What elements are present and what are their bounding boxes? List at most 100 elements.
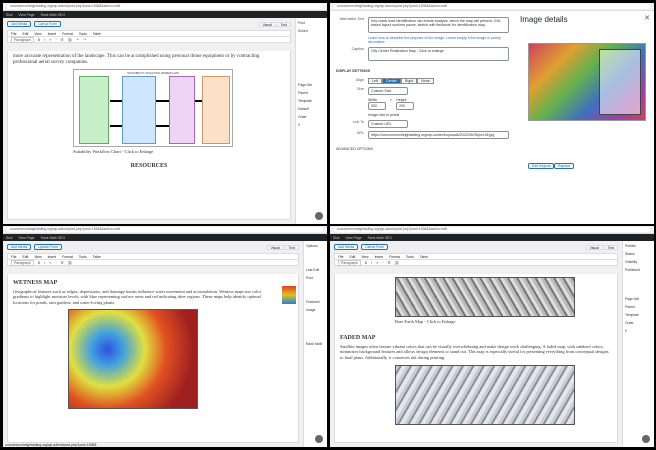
italic-icon[interactable]: I (371, 261, 372, 265)
tab-visual[interactable]: Visual (258, 21, 276, 27)
sidebar-item[interactable]: Published (625, 268, 652, 272)
bold-icon[interactable]: B (365, 261, 367, 265)
address-bar[interactable]: ourcommonheightaiding.org/wp-admin/post.… (330, 226, 654, 234)
menu-format[interactable]: Format (62, 255, 73, 259)
paragraph-select[interactable]: Paragraph (11, 36, 34, 43)
admin-item[interactable]: View Page (18, 236, 34, 240)
caption-field[interactable]: City Center Realization Map - Click to e… (368, 47, 509, 61)
add-media-button[interactable]: Add Media (7, 244, 32, 250)
menu-table[interactable]: Table (420, 255, 428, 259)
menu-insert[interactable]: Insert (48, 255, 56, 259)
menu-tools[interactable]: Tools (79, 32, 87, 36)
link-icon[interactable]: ⛓ (68, 38, 73, 42)
sidebar-item[interactable]: Status (625, 252, 652, 256)
canva-button[interactable]: Canva Form (34, 21, 61, 27)
admin-item[interactable]: Rank Math SEO (41, 13, 66, 17)
address-bar[interactable]: ourcommonheightaiding.org/wp-admin/post.… (3, 3, 327, 11)
tab-text[interactable]: Text (284, 244, 299, 250)
italic-icon[interactable]: I (44, 261, 45, 265)
italic-icon[interactable]: I (44, 38, 45, 42)
help-fab[interactable] (642, 435, 650, 443)
sidebar-item[interactable]: Publish (625, 244, 652, 248)
editor-content[interactable]: Bare Earth Map - Click to Enlarge FADED … (334, 274, 618, 443)
size-select[interactable]: Custom Size (368, 87, 408, 95)
sidebar-item[interactable]: Rank Math (306, 342, 325, 346)
sidebar-item[interactable]: Featured (306, 300, 325, 304)
admin-item[interactable]: View Page (345, 236, 361, 240)
tab-text[interactable]: Text (276, 21, 291, 27)
tab-visual[interactable]: Visual (585, 244, 603, 250)
tab-text[interactable]: Text (603, 244, 618, 250)
wetness-map-image[interactable] (68, 309, 198, 410)
menu-tools[interactable]: Tools (79, 255, 87, 259)
paragraph-select[interactable]: Paragraph (338, 259, 361, 266)
add-media-button[interactable]: Add Media (7, 21, 32, 27)
help-fab[interactable] (315, 435, 323, 443)
sidebar-item[interactable]: 0 (625, 329, 652, 333)
height-input[interactable]: 200 (396, 102, 415, 110)
sidebar-item[interactable]: 0 (298, 123, 325, 127)
quote-icon[interactable]: “ (382, 261, 383, 265)
sidebar-item[interactable]: Image (306, 308, 325, 312)
align-none-button[interactable]: None (417, 78, 434, 84)
undo-icon[interactable]: ↶ (76, 38, 79, 42)
quote-icon[interactable]: “ (55, 38, 56, 42)
sidebar-item[interactable]: Order (625, 321, 652, 325)
menu-view[interactable]: View (34, 32, 41, 36)
list-icon[interactable]: ≡ (376, 261, 378, 265)
update-form-button[interactable]: Update Form (34, 244, 63, 250)
quote-icon[interactable]: “ (55, 261, 56, 265)
align-icon[interactable]: ☰ (61, 261, 64, 265)
sidebar-item[interactable]: Parent (625, 305, 652, 309)
align-left-button[interactable]: Left (368, 78, 382, 84)
align-icon[interactable]: ☰ (388, 261, 391, 265)
menu-view[interactable]: View (361, 255, 368, 259)
close-icon[interactable]: ✕ (644, 14, 650, 22)
admin-item[interactable]: Rank Math SEO (41, 236, 66, 240)
link-url-field[interactable]: https://ourcommonheightaiding.org/wp-con… (368, 131, 509, 139)
canva-button[interactable]: Canva Form (361, 244, 388, 250)
redo-icon[interactable]: ↷ (83, 38, 86, 42)
align-center-button[interactable]: Center (382, 78, 401, 84)
add-media-button[interactable]: Add Media (334, 244, 359, 250)
width-input[interactable]: 300 (368, 102, 386, 110)
sidebar-item[interactable]: Page Attr (298, 83, 325, 87)
menu-edit[interactable]: Edit (22, 32, 28, 36)
sidebar-item[interactable]: Options (306, 244, 325, 248)
sidebar-item[interactable]: Order (298, 115, 325, 119)
bare-earth-map-image[interactable] (395, 277, 575, 317)
replace-button[interactable]: Replace (554, 163, 575, 169)
link-icon[interactable]: ⛓ (395, 261, 400, 265)
admin-item[interactable]: View Page (18, 13, 34, 17)
list-icon[interactable]: ≡ (49, 38, 51, 42)
editor-content[interactable]: more accurate representation of the land… (7, 51, 291, 220)
bold-icon[interactable]: B (38, 261, 40, 265)
menu-insert[interactable]: Insert (375, 255, 383, 259)
address-bar[interactable]: ourcommonheightaiding.org/wp-admin/post.… (330, 3, 654, 11)
bold-icon[interactable]: B (38, 38, 40, 42)
sidebar-item[interactable]: Template (298, 99, 325, 103)
help-fab[interactable] (315, 212, 323, 220)
menu-tools[interactable]: Tools (406, 255, 414, 259)
align-right-button[interactable]: Right (400, 78, 418, 84)
edit-original-button[interactable]: Edit Original (528, 163, 555, 169)
sidebar-item[interactable]: Post (306, 276, 325, 280)
align-icon[interactable]: ☰ (61, 38, 64, 42)
paragraph-select[interactable]: Paragraph (11, 259, 34, 266)
alt-text-field[interactable]: Key roads lead identification via remote… (368, 17, 509, 33)
menu-file[interactable]: File (338, 255, 343, 259)
sidebar-item[interactable]: Default (298, 107, 325, 111)
menu-file[interactable]: File (11, 32, 16, 36)
address-bar[interactable]: ourcommonheightaiding.org/wp-admin/post.… (3, 226, 327, 234)
sidebar-item[interactable]: Post (298, 21, 325, 25)
link-icon[interactable]: ⛓ (68, 261, 73, 265)
faded-map-image[interactable] (395, 365, 575, 426)
sidebar-item[interactable]: Visibility (625, 260, 652, 264)
thumbnail-image[interactable] (282, 286, 296, 304)
menu-insert[interactable]: Insert (48, 32, 56, 36)
tab-visual[interactable]: Visual (266, 244, 284, 250)
menu-view[interactable]: View (34, 255, 41, 259)
sidebar-item[interactable]: Sched (298, 29, 325, 33)
sidebar-item[interactable]: Template (625, 313, 652, 317)
menu-format[interactable]: Format (62, 32, 73, 36)
